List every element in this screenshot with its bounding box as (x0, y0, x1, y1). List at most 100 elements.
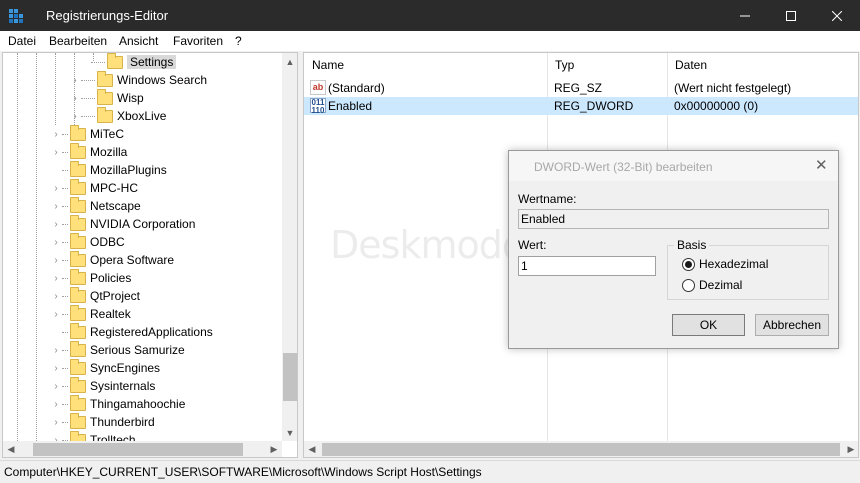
chevron-right-icon[interactable]: › (50, 125, 62, 143)
tree-item-label: XboxLive (117, 109, 167, 123)
tree-item-label: QtProject (90, 289, 141, 303)
chevron-right-icon[interactable]: › (50, 197, 62, 215)
close-button[interactable] (814, 0, 860, 31)
radio-unselected-icon (682, 278, 695, 292)
tree-horizontal-scrollbar[interactable]: ◀ ▶ (3, 441, 282, 457)
tree-item-mozilla[interactable]: › Mozilla (50, 142, 127, 161)
tree-item-policies[interactable]: › Policies (50, 268, 131, 287)
tree-item-label: MPC-HC (90, 181, 138, 195)
tree-guide-line (36, 53, 37, 441)
maximize-button[interactable] (768, 0, 814, 31)
ok-button[interactable]: OK (672, 314, 745, 336)
scroll-right-icon[interactable]: ▶ (266, 441, 282, 457)
tree-item-windows-search[interactable]: › Windows Search (69, 70, 207, 89)
chevron-right-icon[interactable]: › (50, 269, 62, 287)
chevron-right-icon[interactable]: › (69, 107, 81, 125)
chevron-right-icon[interactable]: › (50, 395, 62, 413)
edit-dword-dialog: DWORD-Wert (32-Bit) bearbeiten ✕ Wertnam… (508, 150, 839, 349)
tree-item-label: Netscape (90, 199, 141, 213)
tree-item-odbc[interactable]: › ODBC (50, 232, 125, 251)
dialog-close-icon[interactable]: ✕ (815, 156, 828, 174)
tree-guide-line (17, 53, 18, 441)
minimize-button[interactable] (722, 0, 768, 31)
tree-item-label: Opera Software (90, 253, 175, 267)
tree-item-label: MozillaPlugins (90, 163, 167, 177)
tree-item-label: Sysinternals (90, 379, 156, 393)
tree-item-mozillaplugins[interactable]: MozillaPlugins (50, 160, 167, 179)
tree-vertical-scrollbar[interactable]: ▲ ▼ (282, 53, 297, 441)
tree-item-thingamahoochie[interactable]: › Thingamahoochie (50, 394, 185, 413)
tree-item-label: Thunderbird (90, 415, 155, 429)
tree-item-xboxlive[interactable]: › XboxLive (69, 106, 167, 125)
column-header-data[interactable]: Daten (667, 53, 858, 77)
chevron-right-icon[interactable]: › (50, 143, 62, 161)
radio-label: Dezimal (699, 278, 743, 292)
value-data: 0x00000000 (0) (674, 99, 759, 113)
tree-item-serious-samurize[interactable]: › Serious Samurize (50, 340, 185, 359)
radio-hexadecimal[interactable]: Hexadezimal (682, 257, 768, 271)
tree-item-sysinternals[interactable]: › Sysinternals (50, 376, 156, 395)
menu-help[interactable]: ? (235, 34, 242, 48)
folder-icon (70, 304, 86, 321)
folder-icon (70, 268, 86, 285)
scroll-thumb[interactable] (283, 353, 297, 401)
folder-icon (70, 340, 86, 357)
chevron-right-icon[interactable]: › (50, 341, 62, 359)
folder-icon (97, 106, 113, 123)
column-header-name[interactable]: Name (304, 53, 547, 77)
chevron-right-icon[interactable]: › (69, 71, 81, 89)
tree-item-netscape[interactable]: › Netscape (50, 196, 141, 215)
folder-icon (70, 322, 86, 339)
value-data: (Wert nicht festgelegt) (674, 81, 792, 95)
tree-item-syncengines[interactable]: › SyncEngines (50, 358, 160, 377)
value-row-enabled[interactable]: 011 110 Enabled REG_DWORD 0x00000000 (0) (304, 97, 858, 115)
key-tree[interactable]: Settings › Windows Search › Wisp › XboxL… (2, 52, 298, 458)
tree-item-registeredapplications[interactable]: RegisteredApplications (50, 322, 213, 341)
chevron-right-icon[interactable]: › (50, 179, 62, 197)
value-row-standard[interactable]: ab (Standard) REG_SZ (Wert nicht festgel… (304, 79, 858, 97)
window-title: Registrierungs-Editor (46, 8, 169, 23)
menu-bearbeiten[interactable]: Bearbeiten (49, 34, 107, 48)
chevron-right-icon[interactable]: › (50, 377, 62, 395)
folder-icon (70, 250, 86, 267)
tree-item-wisp[interactable]: › Wisp (69, 88, 144, 107)
chevron-right-icon[interactable]: › (50, 305, 62, 323)
tree-item-mitec[interactable]: › MiTeC (50, 124, 124, 143)
chevron-right-icon[interactable]: › (50, 215, 62, 233)
column-header-label: Name (312, 58, 345, 72)
scroll-down-icon[interactable]: ▼ (282, 424, 297, 441)
chevron-right-icon[interactable]: › (50, 413, 62, 431)
scroll-left-icon[interactable]: ◀ (304, 441, 320, 457)
tree-item-realtek[interactable]: › Realtek (50, 304, 131, 323)
menu-ansicht[interactable]: Ansicht (119, 34, 158, 48)
menu-favoriten[interactable]: Favoriten (173, 34, 223, 48)
tree-item-thunderbird[interactable]: › Thunderbird (50, 412, 155, 431)
tree-item-label: NVIDIA Corporation (90, 217, 196, 231)
value-horizontal-scrollbar[interactable]: ◀ ▶ (304, 441, 858, 457)
chevron-right-icon[interactable]: › (50, 359, 62, 377)
value-name: (Standard) (328, 81, 385, 95)
chevron-right-icon[interactable]: › (50, 251, 62, 269)
value-data-input[interactable]: 1 (518, 256, 656, 276)
chevron-right-icon[interactable]: › (69, 89, 81, 107)
menu-bar: Datei Bearbeiten Ansicht Favoriten ? (0, 31, 860, 51)
radio-decimal[interactable]: Dezimal (682, 278, 742, 292)
scroll-right-icon[interactable]: ▶ (843, 441, 858, 457)
scroll-thumb[interactable] (33, 443, 243, 456)
tree-item-nvidia-corporation[interactable]: › NVIDIA Corporation (50, 214, 196, 233)
chevron-right-icon[interactable]: › (50, 287, 62, 305)
folder-icon (70, 358, 86, 375)
column-header-type[interactable]: Typ (547, 53, 667, 77)
tree-item-opera-software[interactable]: › Opera Software (50, 250, 175, 269)
ab-string-icon: ab (310, 80, 326, 95)
title-bar: Registrierungs-Editor (0, 0, 860, 31)
cancel-button[interactable]: Abbrechen (755, 314, 829, 336)
scroll-left-icon[interactable]: ◀ (3, 441, 19, 457)
tree-item-qtproject[interactable]: › QtProject (50, 286, 141, 305)
tree-item-mpc-hc[interactable]: › MPC-HC (50, 178, 138, 197)
scroll-up-icon[interactable]: ▲ (282, 53, 297, 70)
scroll-thumb[interactable] (322, 443, 840, 456)
tree-item-settings[interactable]: Settings (91, 53, 177, 71)
menu-datei[interactable]: Datei (8, 34, 36, 48)
chevron-right-icon[interactable]: › (50, 233, 62, 251)
